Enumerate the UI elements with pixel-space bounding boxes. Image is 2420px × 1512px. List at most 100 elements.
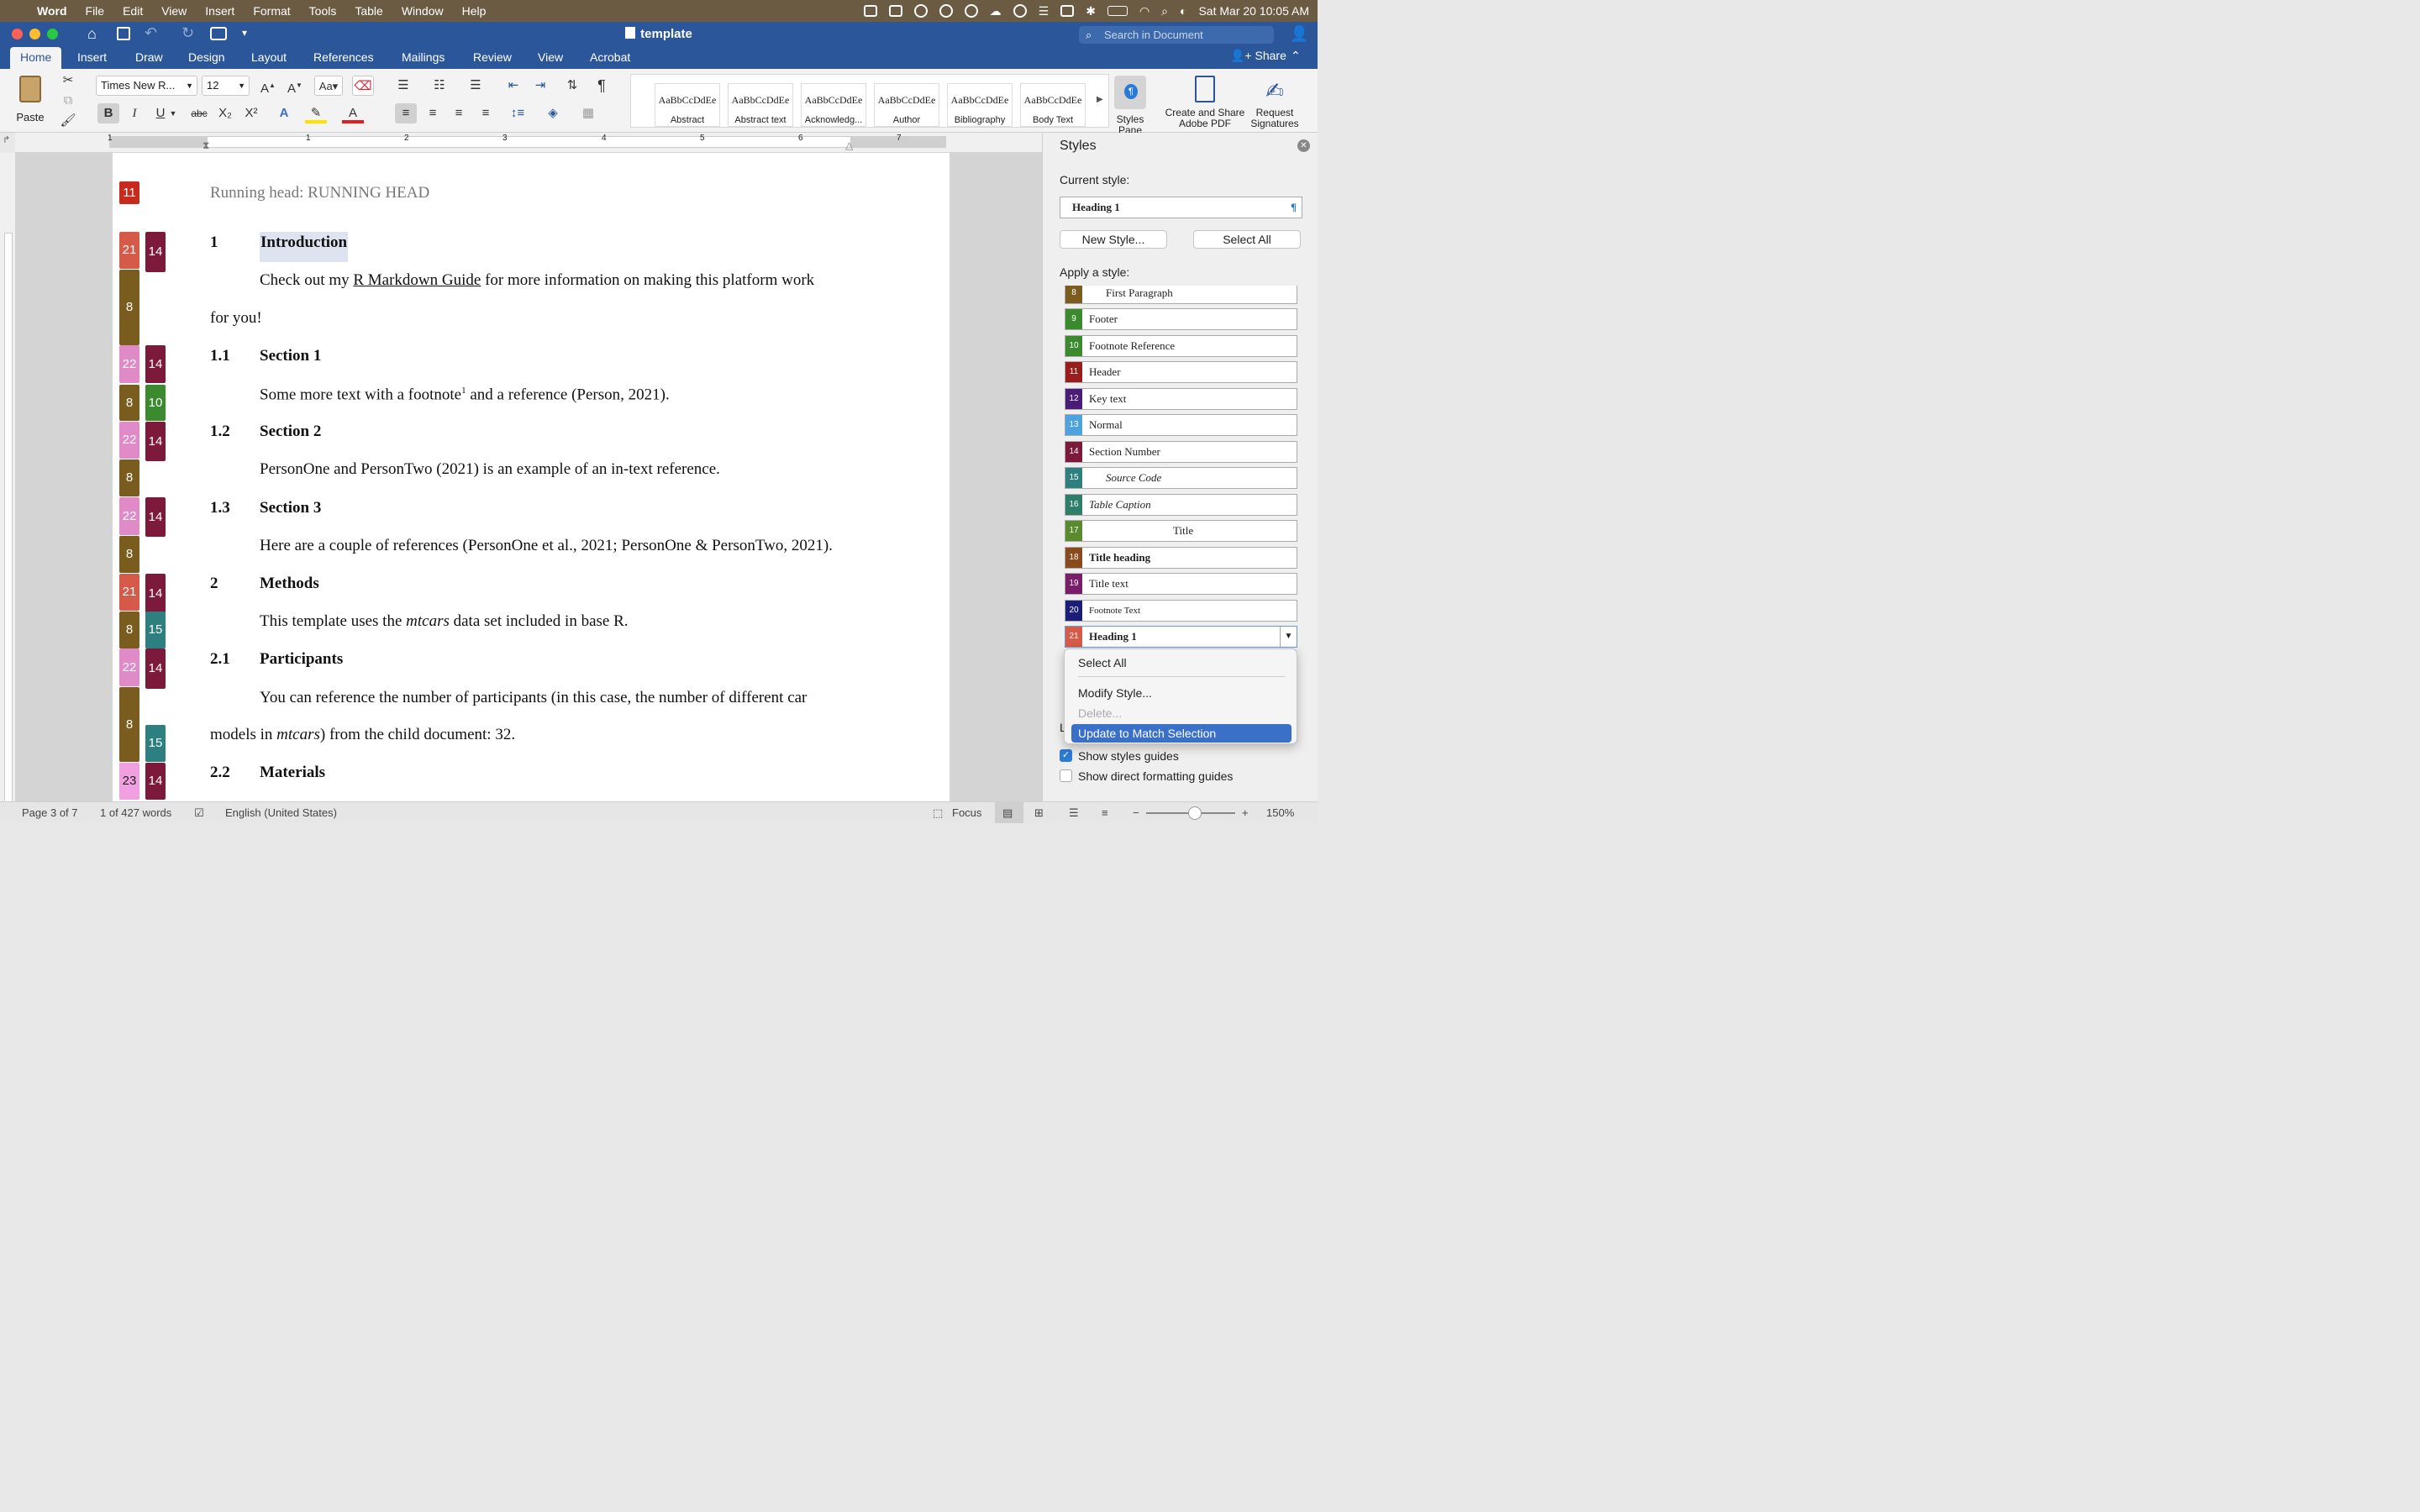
control-center-icon[interactable]: ◐ bbox=[1180, 4, 1186, 18]
show-direct-formatting-checkbox[interactable] bbox=[1060, 769, 1072, 782]
font-name-select[interactable]: Times New R... ▼ bbox=[96, 76, 197, 96]
request-signatures-button[interactable]: ✍ Request Signatures bbox=[1249, 76, 1301, 129]
superscript-button[interactable]: X² bbox=[240, 103, 262, 123]
style-guide-first-paragraph[interactable]: 8 bbox=[119, 536, 139, 573]
style-abstract-text[interactable]: AaBbCcDdEe Abstract text bbox=[728, 83, 793, 127]
menu-help[interactable]: Help bbox=[462, 4, 487, 18]
print-layout-icon[interactable]: ▤ bbox=[1002, 806, 1013, 820]
style-guide-first-paragraph[interactable]: 8 bbox=[119, 612, 139, 648]
style-author[interactable]: AaBbCcDdEe Author bbox=[874, 83, 939, 127]
draft-view-icon[interactable]: ≡ bbox=[1102, 806, 1108, 819]
tab-stop-icon[interactable]: ↱ bbox=[3, 134, 10, 145]
tab-acrobat[interactable]: Acrobat bbox=[580, 47, 640, 69]
menu-file[interactable]: File bbox=[86, 4, 105, 18]
zoom-level[interactable]: 150% bbox=[1266, 806, 1294, 819]
wifi-icon[interactable]: ◠ bbox=[1139, 4, 1150, 18]
paragraph-in-text-reference[interactable]: PersonOne and PersonTwo (2021) is an exa… bbox=[260, 460, 720, 479]
style-guide-footnote-reference[interactable]: 10 bbox=[145, 385, 166, 421]
word-count[interactable]: 1 of 427 words bbox=[100, 806, 171, 819]
style-guide-first-paragraph[interactable]: 8 bbox=[119, 687, 139, 762]
menu-view[interactable]: View bbox=[161, 4, 187, 18]
keyboard-icon[interactable] bbox=[1060, 5, 1075, 17]
strikethrough-button[interactable]: abc bbox=[187, 103, 212, 123]
menu-update-to-match-selection[interactable]: Update to Match Selection bbox=[1071, 724, 1292, 743]
clock[interactable]: Sat Mar 20 10:05 AM bbox=[1198, 4, 1309, 18]
style-list[interactable]: 8 First Paragraph 9 Footer 10 Footnote Refe… bbox=[1043, 286, 1318, 650]
show-styles-guides-checkbox[interactable]: ✓ bbox=[1060, 749, 1072, 762]
heading-section-3[interactable]: Section 3 bbox=[260, 499, 321, 517]
style-item-key-text[interactable]: 12 Key text bbox=[1065, 388, 1297, 410]
language[interactable]: English (United States) bbox=[225, 806, 337, 819]
bullets-icon[interactable]: ☰ bbox=[392, 76, 414, 96]
right-indent-marker-icon[interactable]: △ bbox=[845, 139, 853, 151]
style-item-title[interactable]: 17 Title bbox=[1065, 520, 1297, 542]
style-item-title-heading[interactable]: 18 Title heading bbox=[1065, 547, 1297, 569]
style-guide-heading2[interactable]: 22 bbox=[119, 497, 139, 535]
cut-icon[interactable]: ✂ bbox=[57, 71, 79, 91]
bluetooth-icon[interactable]: ✱ bbox=[1086, 4, 1096, 18]
heading-section-1[interactable]: Section 1 bbox=[260, 347, 321, 365]
paragraph-intro-line1[interactable]: Check out my R Markdown Guide for more i… bbox=[260, 271, 814, 290]
share-button[interactable]: 👤+ Share bbox=[1230, 49, 1286, 63]
style-abstract[interactable]: AaBbCcDdEe Abstract bbox=[655, 83, 720, 127]
menu-tools[interactable]: Tools bbox=[309, 4, 337, 18]
paragraph-references[interactable]: Here are a couple of references (PersonO… bbox=[260, 537, 833, 555]
menu-table[interactable]: Table bbox=[355, 4, 382, 18]
current-style-field[interactable]: Heading 1 ¶ bbox=[1060, 197, 1302, 218]
heading-section-2[interactable]: Section 2 bbox=[260, 423, 321, 441]
close-pane-icon[interactable]: ✕ bbox=[1297, 139, 1310, 152]
format-painter-icon[interactable]: 🖌 bbox=[57, 111, 79, 131]
focus-label[interactable]: Focus bbox=[952, 806, 981, 819]
tab-design[interactable]: Design bbox=[178, 47, 235, 69]
copy-icon[interactable]: ⧉ bbox=[57, 91, 79, 111]
zoom-in-icon[interactable]: + bbox=[1242, 806, 1249, 819]
style-guide-header[interactable]: 11 bbox=[119, 181, 139, 204]
focus-icon[interactable]: ⬚ bbox=[933, 806, 943, 820]
account-icon[interactable]: 👤 bbox=[1290, 25, 1308, 43]
globe-icon[interactable] bbox=[913, 4, 928, 18]
style-item-footer[interactable]: 9 Footer bbox=[1065, 308, 1297, 330]
new-style-button[interactable]: New Style... bbox=[1060, 230, 1167, 249]
style-guide-section-number[interactable]: 14 bbox=[145, 232, 166, 272]
style-guide-first-paragraph[interactable]: 8 bbox=[119, 459, 139, 496]
camera-icon[interactable] bbox=[863, 5, 877, 17]
style-item-normal[interactable]: 13 Normal bbox=[1065, 414, 1297, 436]
cloud-upload-icon[interactable]: ☁ bbox=[990, 4, 1002, 18]
tab-view[interactable]: View bbox=[528, 47, 573, 69]
align-center-icon[interactable]: ≡ bbox=[422, 103, 444, 123]
style-item-footnote-reference[interactable]: 10 Footnote Reference bbox=[1065, 335, 1297, 357]
tab-review[interactable]: Review bbox=[463, 47, 522, 69]
style-guide-section-number[interactable]: 14 bbox=[145, 345, 166, 383]
style-guide-heading2[interactable]: 22 bbox=[119, 345, 139, 383]
subscript-button[interactable]: X₂ bbox=[214, 103, 236, 123]
create-share-pdf-button[interactable]: Create and Share Adobe PDF bbox=[1161, 76, 1249, 129]
style-guide-heading2[interactable]: 23 bbox=[119, 763, 139, 800]
battery-icon[interactable] bbox=[1107, 6, 1128, 16]
style-dropdown-icon[interactable]: ▼ bbox=[1280, 627, 1297, 647]
tab-layout[interactable]: Layout bbox=[241, 47, 297, 69]
menu-modify-style[interactable]: Modify Style... bbox=[1071, 684, 1292, 702]
select-all-button[interactable]: Select All bbox=[1193, 230, 1301, 249]
style-guide-first-paragraph[interactable]: 8 bbox=[119, 385, 139, 421]
menu-insert[interactable]: Insert bbox=[205, 4, 234, 18]
tab-mailings[interactable]: Mailings bbox=[392, 47, 455, 69]
style-guide-first-paragraph[interactable]: 8 bbox=[119, 270, 139, 345]
paragraph-participants-line1[interactable]: You can reference the number of particip… bbox=[260, 689, 807, 707]
style-item-header[interactable]: 11 Header bbox=[1065, 361, 1297, 383]
style-body-text[interactable]: AaBbCcDdEe Body Text bbox=[1020, 83, 1086, 127]
style-item-heading-1[interactable]: 21 Heading 1 ▼ bbox=[1065, 626, 1297, 648]
italic-button[interactable]: I bbox=[124, 103, 145, 123]
menu-word[interactable]: Word bbox=[37, 4, 67, 18]
zoom-slider-thumb[interactable] bbox=[1188, 806, 1202, 820]
creative-cloud-icon[interactable] bbox=[939, 4, 953, 18]
document-page[interactable]: 11 Running head: RUNNING HEAD 21 14 1 In… bbox=[113, 153, 950, 801]
menu-format[interactable]: Format bbox=[253, 4, 290, 18]
tab-draw[interactable]: Draw bbox=[125, 47, 173, 69]
highlight-icon[interactable]: ✎ bbox=[305, 103, 327, 123]
bars-icon[interactable]: ☰ bbox=[1039, 4, 1050, 18]
change-case-icon[interactable]: Aa▾ bbox=[314, 76, 343, 96]
style-guide-section-number[interactable]: 14 bbox=[145, 648, 166, 689]
numbering-icon[interactable]: ☷ bbox=[429, 76, 450, 96]
menu-select-all[interactable]: Select All bbox=[1071, 654, 1292, 672]
multilevel-list-icon[interactable]: ☰ bbox=[465, 76, 487, 96]
